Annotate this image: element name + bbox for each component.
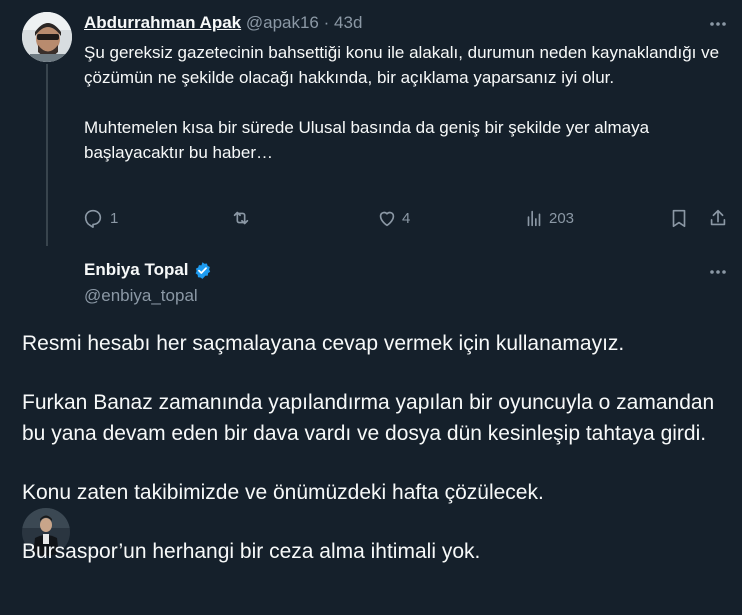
avatar[interactable] <box>22 12 72 62</box>
reply-paragraph: Muhtemelen kısa bir sürede Ulusal basınd… <box>84 118 650 162</box>
author-handle[interactable]: @enbiya_topal <box>84 286 198 306</box>
heart-icon <box>379 211 395 227</box>
meta-separator: · <box>323 13 330 32</box>
reply-button[interactable]: 1 <box>82 206 118 230</box>
reply-count: 1 <box>110 209 119 227</box>
author-name[interactable]: Enbiya Topal <box>84 260 189 280</box>
main-author-row: Enbiya Topal <box>84 260 212 280</box>
reply-text: Şu gereksiz gazetecinin bahsettiği konu … <box>84 40 724 165</box>
view-count: 203 <box>549 209 575 227</box>
tweet-paragraph: Furkan Banaz zamanında yapılandırma yapı… <box>22 391 715 445</box>
reply-tweet[interactable]: Abdurrahman Apak @apak16 · 43d Şu gereks… <box>0 0 742 246</box>
like-count: 4 <box>402 209 411 227</box>
retweet-icon <box>233 211 249 225</box>
views-button[interactable]: 203 <box>523 206 574 230</box>
thread-connector-line <box>46 64 48 246</box>
bookmark-button[interactable] <box>668 206 690 230</box>
verified-badge-icon[interactable] <box>193 261 212 280</box>
reply-author-row: Abdurrahman Apak @apak16 · 43d <box>84 13 362 33</box>
tweet-age[interactable]: 43d <box>334 13 362 32</box>
author-name[interactable]: Abdurrahman Apak <box>84 13 241 32</box>
bookmark-icon <box>672 209 686 228</box>
retweet-button[interactable] <box>230 206 258 230</box>
tweet-paragraph: Konu zaten takibimizde ve önümüzdeki haf… <box>22 481 544 504</box>
author-handle[interactable]: @apak16 <box>246 13 319 32</box>
more-horizontal-icon <box>710 22 726 26</box>
share-button[interactable] <box>707 206 729 230</box>
avatar-image <box>22 12 72 62</box>
analytics-icon <box>527 210 541 227</box>
more-horizontal-icon <box>710 270 726 274</box>
like-button[interactable]: 4 <box>376 206 410 230</box>
main-tweet-text: Resmi hesabı her saçmalayana cevap verme… <box>22 328 732 567</box>
tweet-paragraph: Resmi hesabı her saçmalayana cevap verme… <box>22 332 625 355</box>
comment-icon <box>84 209 102 228</box>
share-icon <box>710 209 726 226</box>
main-tweet: Enbiya Topal @enbiya_topal Resmi hesabı … <box>0 246 742 615</box>
more-options-button[interactable] <box>708 262 728 287</box>
reply-paragraph: Şu gereksiz gazetecinin bahsettiği konu … <box>84 43 720 87</box>
tweet-paragraph: Bursaspor’un herhangi bir ceza alma ihti… <box>22 540 481 563</box>
more-options-button[interactable] <box>708 14 728 39</box>
